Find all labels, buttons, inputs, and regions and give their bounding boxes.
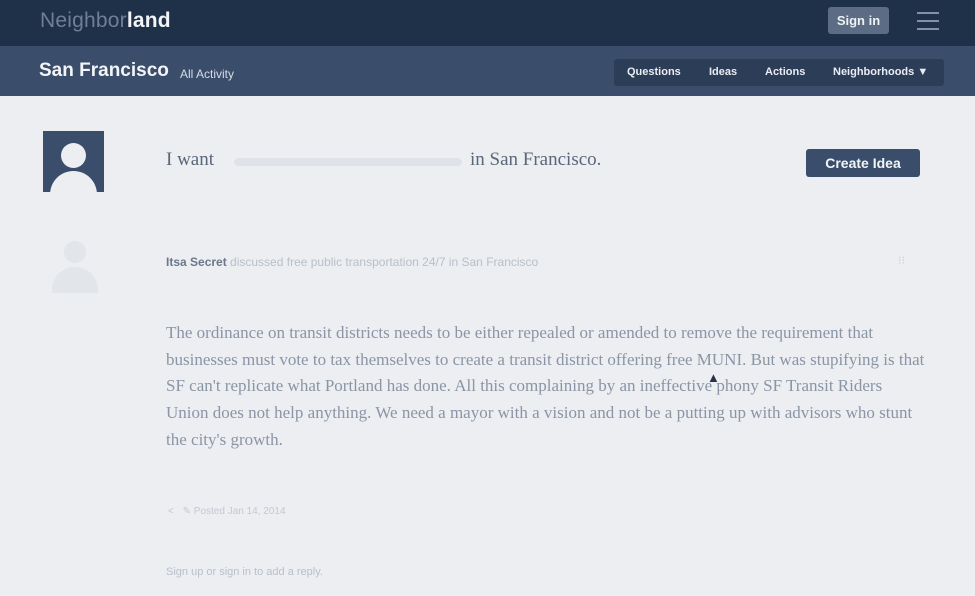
user-avatar xyxy=(43,131,104,192)
comment-body: The ordinance on transit districts needs… xyxy=(166,323,925,449)
author-avatar[interactable] xyxy=(46,233,104,293)
logo-text-part2: land xyxy=(126,9,171,32)
create-idea-button[interactable]: Create Idea xyxy=(806,149,920,177)
author-name-link[interactable]: Itsa Secret xyxy=(166,255,227,269)
post-options-icon[interactable]: ⁝⁝ xyxy=(898,254,905,267)
nav-questions[interactable]: Questions xyxy=(627,66,681,78)
posted-date: ✎ Posted Jan 14, 2014 xyxy=(182,506,286,517)
idea-input-placeholder[interactable] xyxy=(234,158,462,166)
nav-ideas[interactable]: Ideas xyxy=(709,66,737,78)
reply-prompt[interactable]: Sign up or sign in to add a reply. xyxy=(166,566,323,578)
post-actions: < ✎ Posted Jan 14, 2014 xyxy=(168,506,286,517)
sign-in-button[interactable]: Sign in xyxy=(828,7,889,34)
idea-prompt-prefix: I want xyxy=(166,149,215,170)
hamburger-menu-icon[interactable] xyxy=(917,12,939,32)
nav-actions[interactable]: Actions xyxy=(765,66,805,78)
nav-neighborhoods-dropdown[interactable]: Neighborhoods ▼ xyxy=(833,66,928,78)
neighborland-logo[interactable]: Neighborland xyxy=(40,9,171,33)
idea-prompt-suffix: in San Francisco. xyxy=(470,149,602,170)
byline-text: discussed free public transportation 24/… xyxy=(226,255,539,269)
logo-text-part1: Neighbor xyxy=(40,9,127,32)
city-title[interactable]: San Francisco xyxy=(39,60,169,82)
top-navbar: Neighborland Sign in xyxy=(0,0,975,46)
share-icon[interactable]: < xyxy=(168,506,174,517)
mouse-cursor-icon: ▲ xyxy=(707,370,720,385)
all-activity-link[interactable]: All Activity xyxy=(180,67,234,81)
subnav-menu: Questions Ideas Actions Neighborhoods ▼ xyxy=(614,59,944,86)
city-subnav-bar: San Francisco All Activity Questions Ide… xyxy=(0,46,975,96)
post-byline: Itsa Secret discussed free public transp… xyxy=(166,255,538,269)
